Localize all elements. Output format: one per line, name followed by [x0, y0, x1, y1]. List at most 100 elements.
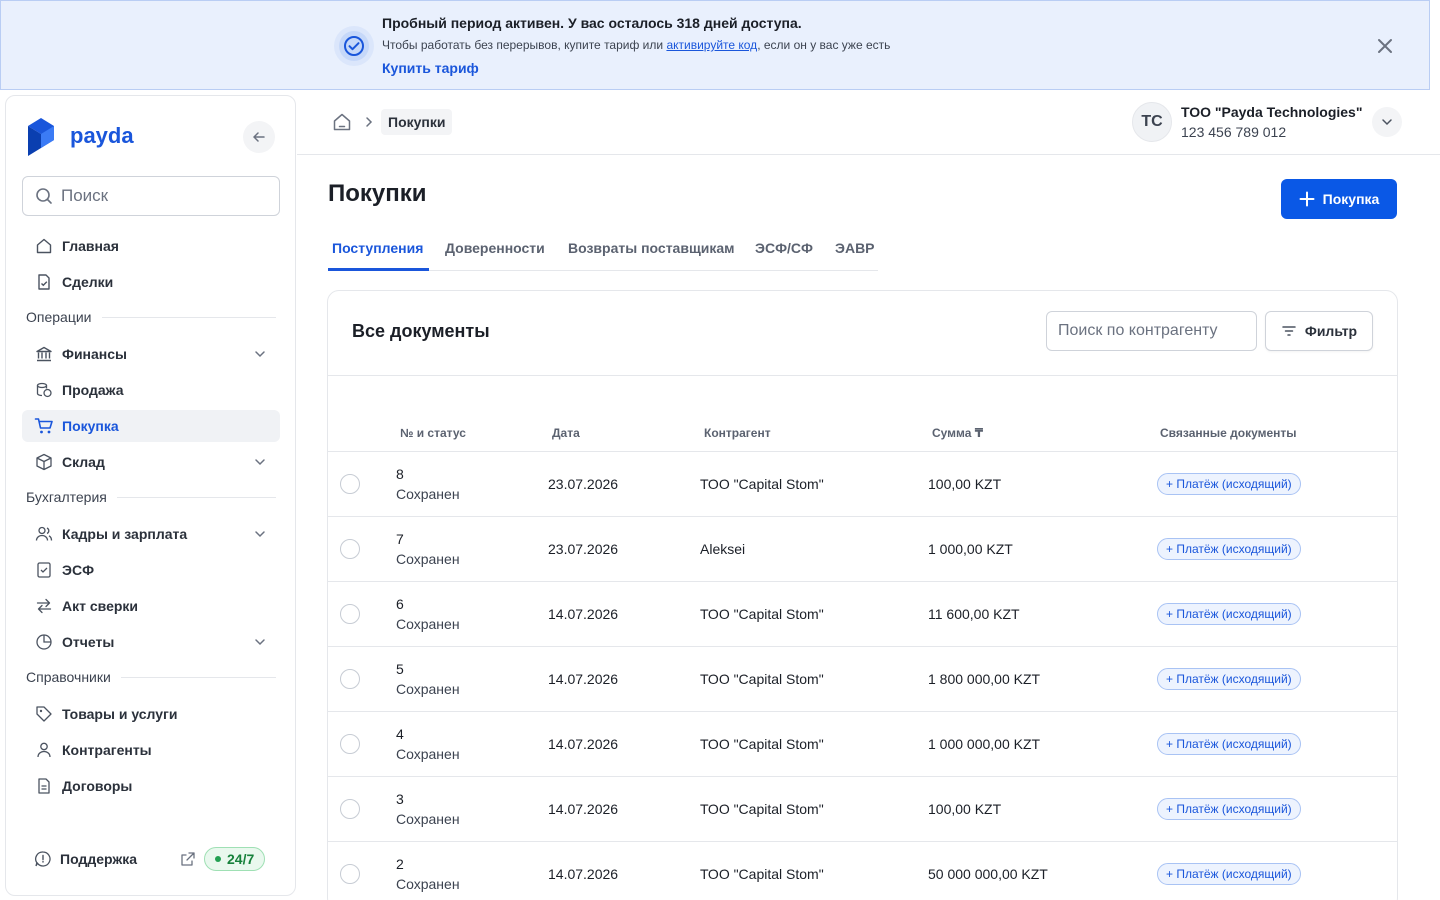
document-status: Сохранен	[396, 876, 460, 892]
add-outgoing-payment-button[interactable]: + Платёж (исходящий)	[1157, 473, 1301, 495]
add-outgoing-payment-button[interactable]: + Платёж (исходящий)	[1157, 733, 1301, 755]
chevron-down-icon	[255, 459, 265, 466]
document-counterparty: ТОО "Capital Stom"	[700, 736, 824, 752]
document-number: 6	[396, 596, 404, 612]
sidebar-item-reports[interactable]: Отчеты	[22, 626, 280, 658]
document-number: 8	[396, 466, 404, 482]
document-counterparty: ТОО "Capital Stom"	[700, 606, 824, 622]
sidebar-item-purchase[interactable]: Покупка	[22, 410, 280, 442]
sidebar-item-support[interactable]: Поддержка 24/7	[22, 843, 280, 875]
document-status: Сохранен	[396, 681, 460, 697]
row-select-radio[interactable]	[340, 669, 360, 689]
section-operations: Операции	[26, 309, 276, 325]
sidebar-item-goods-services[interactable]: Товары и услуги	[22, 698, 280, 730]
sidebar-search[interactable]	[22, 176, 280, 216]
sidebar-item-home[interactable]: Главная	[22, 230, 280, 262]
tabs: Поступления Доверенности Возвраты постав…	[328, 232, 878, 271]
page-title: Покупки	[328, 180, 427, 207]
cart-icon	[34, 416, 54, 436]
collapse-sidebar-button[interactable]	[243, 121, 275, 153]
payda-logo-icon	[28, 118, 54, 156]
table-row[interactable]: 2 Сохранен 14.07.2026 ТОО "Capital Stom"…	[328, 842, 1397, 900]
row-select-radio[interactable]	[340, 539, 360, 559]
documents-card: Все документы Фильтр № и статус Дата Кон…	[327, 290, 1398, 900]
activate-code-link[interactable]: активируйте код	[666, 38, 757, 52]
document-date: 14.07.2026	[548, 606, 619, 622]
row-select-radio[interactable]	[340, 864, 360, 884]
tab-esf-sf[interactable]: ЭСФ/СФ	[755, 240, 813, 256]
document-status: Сохранен	[396, 811, 460, 827]
invoice-check-icon	[34, 560, 54, 580]
row-select-radio[interactable]	[340, 734, 360, 754]
sidebar-item-esf[interactable]: ЭСФ	[22, 554, 280, 586]
document-date: 14.07.2026	[548, 866, 619, 882]
arrows-exchange-icon	[34, 596, 54, 616]
tab-supplier-returns[interactable]: Возвраты поставщикам	[568, 240, 735, 256]
column-header-counterparty[interactable]: Контрагент	[704, 426, 771, 440]
table-row[interactable]: 8 Сохранен 23.07.2026 ТОО "Capital Stom"…	[328, 452, 1397, 517]
brand-name: payda	[70, 123, 134, 148]
document-amount: 1 800 000,00 KZT	[928, 671, 1041, 687]
buy-plan-link[interactable]: Купить тариф	[382, 60, 479, 76]
table-row[interactable]: 6 Сохранен 14.07.2026 ТОО "Capital Stom"…	[328, 582, 1397, 647]
chevron-down-icon	[1382, 119, 1392, 126]
document-counterparty: ТОО "Capital Stom"	[700, 866, 824, 882]
top-bar: Покупки TC ТОО "Payda Technologies" 123 …	[297, 90, 1440, 155]
sidebar-item-deals[interactable]: Сделки	[22, 266, 280, 298]
brand-logo[interactable]: payda	[26, 116, 134, 156]
row-select-radio[interactable]	[340, 799, 360, 819]
document-number: 4	[396, 726, 404, 742]
document-amount: 11 600,00 KZT	[928, 606, 1020, 622]
avatar[interactable]: TC	[1132, 102, 1172, 142]
home-icon[interactable]	[332, 112, 352, 132]
document-date: 14.07.2026	[548, 671, 619, 687]
filter-icon	[1282, 326, 1296, 336]
sidebar-search-input[interactable]	[61, 186, 261, 206]
sidebar-item-finance[interactable]: Финансы	[22, 338, 280, 370]
add-purchase-button[interactable]: Покупка	[1281, 179, 1397, 219]
document-number: 5	[396, 661, 404, 677]
users-icon	[34, 524, 54, 544]
sidebar-item-contracts[interactable]: Договоры	[22, 770, 280, 802]
table-row[interactable]: 5 Сохранен 14.07.2026 ТОО "Capital Stom"…	[328, 647, 1397, 712]
add-outgoing-payment-button[interactable]: + Платёж (исходящий)	[1157, 603, 1301, 625]
table-row[interactable]: 4 Сохранен 14.07.2026 ТОО "Capital Stom"…	[328, 712, 1397, 777]
sidebar-item-reconciliation[interactable]: Акт сверки	[22, 590, 280, 622]
add-outgoing-payment-button[interactable]: + Платёж (исходящий)	[1157, 668, 1301, 690]
organization-switcher-button[interactable]	[1372, 107, 1402, 137]
table-row[interactable]: 3 Сохранен 14.07.2026 ТОО "Capital Stom"…	[328, 777, 1397, 842]
sidebar-item-sales[interactable]: Продажа	[22, 374, 280, 406]
add-outgoing-payment-button[interactable]: + Платёж (исходящий)	[1157, 798, 1301, 820]
tab-receipts[interactable]: Поступления	[332, 240, 423, 256]
column-header-related-documents[interactable]: Связанные документы	[1160, 426, 1297, 440]
row-select-radio[interactable]	[340, 474, 360, 494]
organization-name[interactable]: ТОО "Payda Technologies"	[1181, 104, 1362, 120]
row-select-radio[interactable]	[340, 604, 360, 624]
sidebar-item-warehouse[interactable]: Склад	[22, 446, 280, 478]
filter-button[interactable]: Фильтр	[1265, 311, 1373, 351]
user-icon	[34, 740, 54, 760]
add-outgoing-payment-button[interactable]: + Платёж (исходящий)	[1157, 863, 1301, 885]
counterparty-search-input[interactable]	[1046, 311, 1257, 351]
column-header-number-status[interactable]: № и статус	[400, 426, 466, 440]
breadcrumb-current[interactable]: Покупки	[381, 109, 453, 135]
search-icon	[36, 188, 52, 204]
sidebar-item-hr-payroll[interactable]: Кадры и зарплата	[22, 518, 280, 550]
column-header-amount[interactable]: Сумма ₸	[932, 426, 983, 440]
document-status: Сохранен	[396, 551, 460, 567]
sidebar: payda Главная Сделки Операции Финансы Пр…	[5, 95, 296, 896]
column-header-date[interactable]: Дата	[552, 426, 580, 440]
document-amount: 1 000 000,00 KZT	[928, 736, 1041, 752]
arrow-left-icon	[253, 132, 265, 142]
tab-eavr[interactable]: ЭАВР	[835, 240, 875, 256]
tab-power-of-attorney[interactable]: Доверенности	[445, 240, 545, 256]
add-outgoing-payment-button[interactable]: + Платёж (исходящий)	[1157, 538, 1301, 560]
external-link-icon[interactable]	[180, 851, 196, 867]
document-number: 7	[396, 531, 404, 547]
document-check-icon	[34, 272, 54, 292]
close-icon[interactable]	[1375, 36, 1395, 56]
table-row[interactable]: 7 Сохранен 23.07.2026 Aleksei 1 000,00 K…	[328, 517, 1397, 582]
document-status: Сохранен	[396, 616, 460, 632]
sidebar-item-counterparties[interactable]: Контрагенты	[22, 734, 280, 766]
section-references: Справочники	[26, 669, 276, 685]
